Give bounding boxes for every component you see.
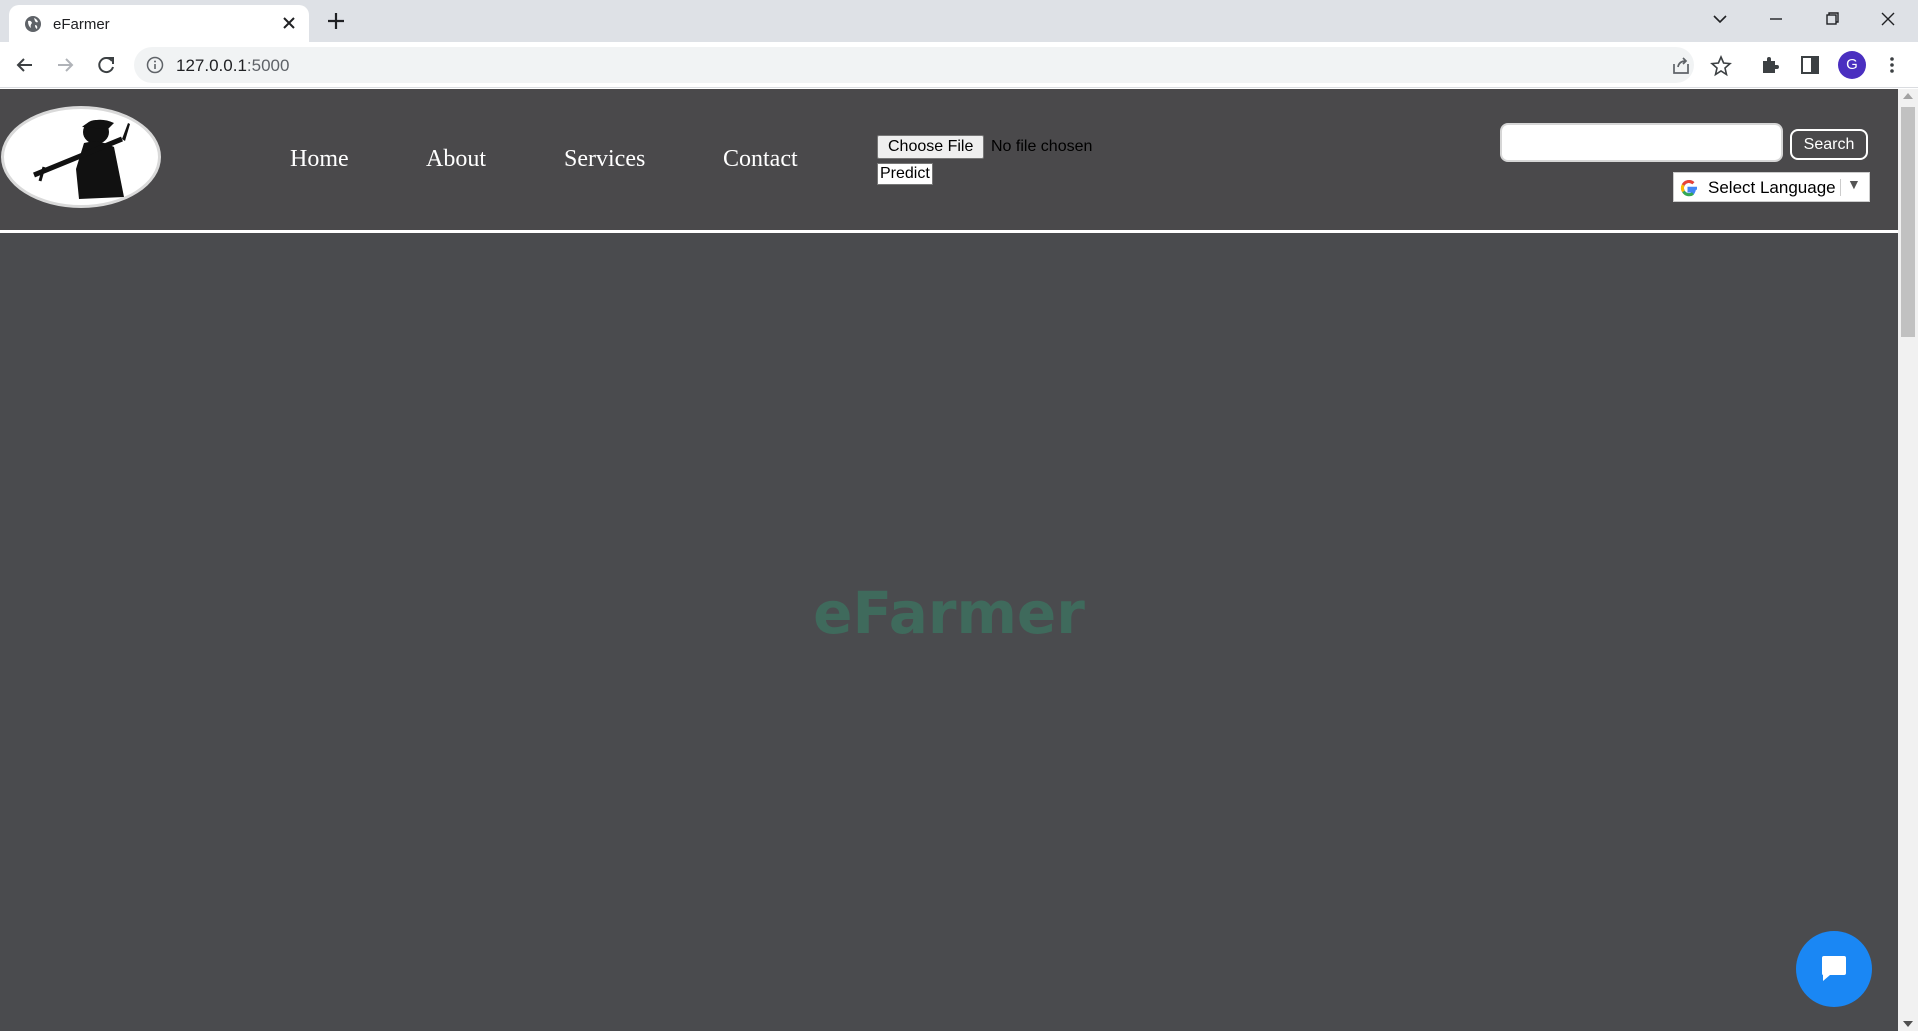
tab-title: eFarmer — [53, 16, 110, 33]
language-select-label: Select Language — [1708, 178, 1836, 197]
predict-button[interactable]: Predict — [877, 163, 933, 185]
site-header: Home About Services Contact Choose File … — [0, 89, 1898, 233]
choose-file-button[interactable]: Choose File — [877, 135, 985, 159]
side-panel-icon[interactable] — [1798, 53, 1822, 77]
back-arrow-icon[interactable] — [12, 52, 38, 78]
extensions-puzzle-icon[interactable] — [1758, 53, 1782, 77]
chat-widget-button[interactable] — [1796, 931, 1872, 1007]
globe-icon — [25, 16, 41, 32]
browser-tab[interactable]: eFarmer — [9, 5, 309, 42]
site-info-icon[interactable] — [146, 56, 164, 74]
chat-bubble-icon — [1822, 956, 1846, 981]
page-scrollbar[interactable] — [1898, 89, 1918, 1031]
url-text[interactable]: 127.0.0.1:5000 — [176, 56, 289, 76]
nav-home-link[interactable]: Home — [290, 146, 349, 173]
url-host: 127.0.0.1 — [176, 56, 247, 75]
bookmark-star-icon[interactable] — [1710, 55, 1732, 77]
close-window-icon[interactable] — [1874, 7, 1902, 31]
search-input[interactable] — [1500, 123, 1783, 162]
address-bar[interactable]: 127.0.0.1:5000 — [134, 47, 1694, 83]
browser-tabstrip: eFarmer — [0, 0, 1918, 42]
share-icon[interactable] — [1670, 55, 1692, 77]
language-select-divider — [1840, 179, 1841, 196]
page-body: Home About Services Contact Choose File … — [0, 89, 1898, 1031]
restore-icon[interactable] — [1818, 7, 1846, 31]
scrollbar-thumb[interactable] — [1901, 107, 1915, 337]
browser-toolbar: 127.0.0.1:5000 G — [0, 42, 1918, 88]
farmer-silhouette-icon — [33, 119, 130, 199]
farmer-silhouette-logo[interactable] — [1, 106, 161, 208]
minimize-icon[interactable] — [1762, 7, 1790, 31]
forward-arrow-icon[interactable] — [52, 52, 78, 78]
reload-icon[interactable] — [93, 52, 119, 78]
hero-title: eFarmer — [813, 579, 1085, 647]
tab-search-chevron-icon[interactable] — [1706, 7, 1734, 31]
url-port: :5000 — [246, 56, 290, 75]
kebab-menu-icon[interactable] — [1880, 53, 1904, 77]
close-tab-icon[interactable] — [279, 13, 299, 33]
scroll-down-arrow-icon[interactable] — [1903, 1021, 1913, 1027]
language-select[interactable]: Select Language ▼ — [1673, 172, 1870, 202]
dropdown-arrow-icon: ▼ — [1847, 176, 1861, 192]
google-g-icon — [1680, 180, 1697, 197]
nav-about-link[interactable]: About — [426, 146, 486, 173]
new-tab-icon[interactable] — [325, 10, 347, 32]
search-button[interactable]: Search — [1790, 129, 1868, 160]
nav-services-link[interactable]: Services — [564, 146, 645, 173]
profile-avatar[interactable]: G — [1838, 51, 1866, 79]
file-status-text: No file chosen — [991, 138, 1093, 155]
scroll-up-arrow-icon[interactable] — [1903, 93, 1913, 99]
nav-contact-link[interactable]: Contact — [723, 146, 798, 173]
